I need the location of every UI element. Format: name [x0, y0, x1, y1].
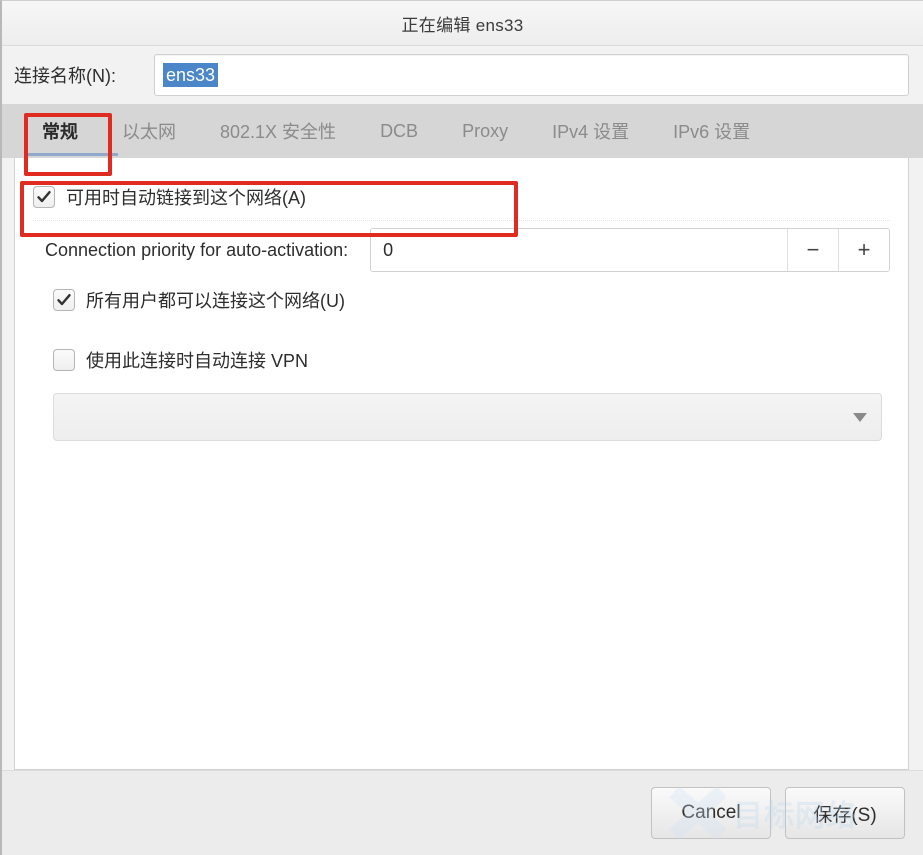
connection-name-row: 连接名称(N): ens33 — [2, 46, 923, 104]
check-icon — [37, 191, 51, 203]
all-users-row[interactable]: 所有用户都可以连接这个网络(U) — [33, 277, 890, 323]
title-bar: 正在编辑 ens33 — [2, 1, 923, 46]
check-icon — [57, 294, 71, 306]
save-button[interactable]: 保存(S) — [785, 787, 905, 839]
connection-priority-value[interactable]: 0 — [371, 229, 787, 271]
dialog-footer: Cancel 保存(S) 目标网络 — [2, 770, 923, 855]
tab-ipv6-settings[interactable]: IPv6 设置 — [651, 104, 772, 158]
connection-name-input[interactable]: ens33 — [154, 54, 909, 96]
connection-priority-row: Connection priority for auto-activation:… — [33, 223, 890, 277]
general-tab-panel: 可用时自动链接到这个网络(A) Connection priority for … — [14, 158, 909, 770]
tab-proxy[interactable]: Proxy — [440, 104, 530, 158]
autoconnect-label: 可用时自动链接到这个网络(A) — [66, 188, 306, 208]
content-wrapper: 可用时自动链接到这个网络(A) Connection priority for … — [2, 158, 923, 770]
priority-increment-button[interactable]: + — [838, 229, 889, 271]
auto-vpn-checkbox[interactable] — [53, 349, 75, 371]
connection-editor-window: 正在编辑 ens33 连接名称(N): ens33 常规 以太网 802.1X … — [0, 0, 923, 855]
connection-name-value: ens33 — [163, 62, 219, 88]
tab-ipv4-settings[interactable]: IPv4 设置 — [530, 104, 651, 158]
chevron-down-icon — [853, 412, 867, 422]
vpn-connection-dropdown[interactable] — [53, 393, 882, 441]
connection-priority-label: Connection priority for auto-activation: — [45, 239, 349, 260]
cancel-button[interactable]: Cancel — [651, 787, 771, 839]
priority-decrement-button[interactable]: − — [787, 229, 838, 271]
tab-dcb[interactable]: DCB — [358, 104, 440, 158]
tab-general[interactable]: 常规 — [20, 104, 118, 158]
auto-vpn-row[interactable]: 使用此连接时自动连接 VPN — [33, 337, 890, 383]
auto-vpn-label: 使用此连接时自动连接 VPN — [86, 351, 309, 371]
connection-name-label: 连接名称(N): — [14, 66, 116, 86]
tab-bar: 常规 以太网 802.1X 安全性 DCB Proxy IPv4 设置 IPv6… — [2, 104, 923, 158]
autoconnect-row[interactable]: 可用时自动链接到这个网络(A) — [33, 174, 890, 221]
autoconnect-checkbox[interactable] — [33, 186, 55, 208]
tab-ethernet[interactable]: 以太网 — [100, 104, 198, 158]
tab-802-1x-security[interactable]: 802.1X 安全性 — [198, 104, 358, 158]
connection-priority-stepper[interactable]: 0 − + — [370, 228, 890, 272]
window-title: 正在编辑 ens33 — [401, 15, 524, 35]
all-users-label: 所有用户都可以连接这个网络(U) — [86, 291, 345, 311]
all-users-checkbox[interactable] — [53, 289, 75, 311]
